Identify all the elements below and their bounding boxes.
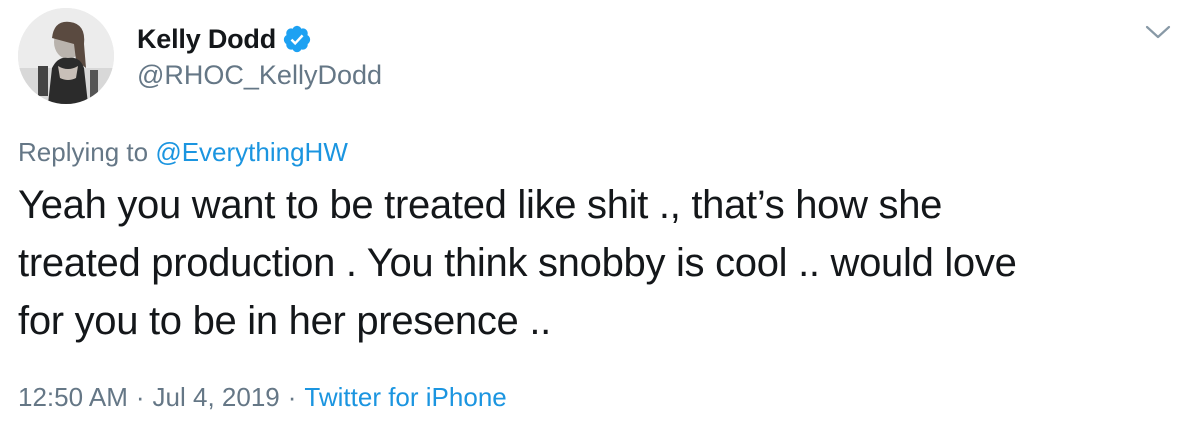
meta-separator: · <box>287 382 297 412</box>
verified-badge-icon <box>283 25 311 53</box>
author-display-name[interactable]: Kelly Dodd <box>137 24 276 55</box>
avatar-photo <box>18 8 114 104</box>
replying-to-label: Replying to <box>18 137 149 167</box>
author-name-row[interactable]: Kelly Dodd <box>137 21 312 57</box>
chevron-down-icon[interactable] <box>1144 22 1172 42</box>
tweet-card: Kelly Dodd @RHOC_KellyDodd Replying to @… <box>0 0 1190 438</box>
meta-separator: · <box>135 382 145 412</box>
tweet-time[interactable]: 12:50 AM <box>18 382 128 413</box>
author-handle[interactable]: @RHOC_KellyDodd <box>137 60 382 91</box>
author-avatar[interactable] <box>18 8 114 104</box>
tweet-source-link[interactable]: Twitter for iPhone <box>304 382 506 413</box>
tweet-date[interactable]: Jul 4, 2019 <box>153 382 280 413</box>
tweet-meta: 12:50 AM · Jul 4, 2019 · Twitter for iPh… <box>18 382 507 413</box>
replying-to-line: Replying to @EverythingHW <box>18 137 348 168</box>
reply-mention-link[interactable]: @EverythingHW <box>155 137 348 167</box>
tweet-text: Yeah you want to be treated like shit .,… <box>18 183 1017 343</box>
